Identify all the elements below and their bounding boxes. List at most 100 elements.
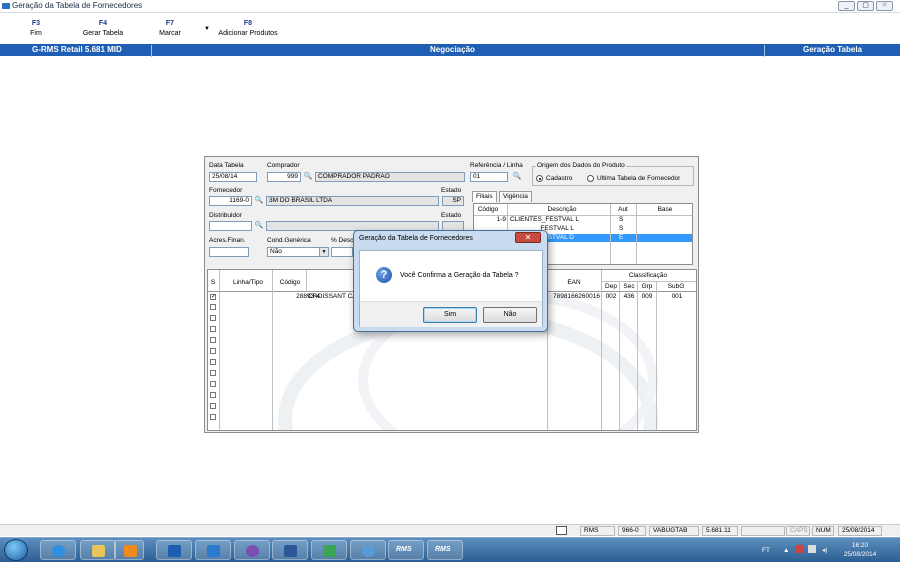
tray-expand-icon[interactable]: ▲	[783, 546, 789, 555]
dropdown-arrow-icon[interactable]: ▼	[204, 26, 210, 32]
binoculars-icon[interactable]: 🔍	[254, 197, 264, 205]
distribuidor-code-field[interactable]	[209, 221, 252, 231]
fornecedor-code-field[interactable]: 1169-0	[209, 196, 252, 206]
status-code: 966-0	[618, 526, 646, 536]
referencia-field[interactable]: 01	[470, 172, 508, 182]
cond-label: Cond.Genérica	[267, 237, 311, 244]
status-bar: RMS 966-0 VABUGTAB 5.681.11 CAPS NUM 25/…	[0, 524, 900, 536]
comprador-label: Comprador	[267, 162, 300, 169]
document-icon	[556, 526, 567, 535]
fim-button[interactable]: F3 Fim	[22, 20, 50, 37]
row-checkbox[interactable]	[210, 359, 216, 365]
no-button[interactable]: Não	[483, 307, 537, 323]
rms-logo-icon: RMS	[435, 546, 451, 553]
taskbar-media[interactable]	[114, 540, 144, 560]
row-checkbox[interactable]: ✓	[210, 294, 216, 300]
status-caps: CAPS	[786, 526, 810, 536]
col-base: Base	[657, 206, 673, 213]
col-aut: Aut	[618, 206, 628, 213]
row-checkbox[interactable]	[210, 414, 216, 420]
window-title: Geração da Tabela de Fornecedores	[12, 1, 143, 10]
fornecedor-label: Fornecedor	[209, 187, 243, 194]
col-classificacao: Classificação	[628, 272, 668, 279]
fornecedor-name-field: 3M DO BRASIL LTDA	[266, 196, 439, 206]
data-tabela-label: Data Tabela	[209, 162, 244, 169]
marcar-button[interactable]: F7 Marcar	[155, 20, 185, 37]
row-checkbox[interactable]	[210, 392, 216, 398]
key-label: F8	[243, 20, 253, 27]
taskbar-lync[interactable]	[195, 540, 231, 560]
col-dep: Dep	[605, 283, 617, 290]
row-checkbox[interactable]	[210, 326, 216, 332]
taskbar-ie[interactable]	[40, 540, 76, 560]
windows-taskbar: RMS RMS FT ▲ ◂) 16:20 25/08/2014	[0, 537, 900, 562]
desc-field[interactable]	[331, 247, 353, 257]
row-checkbox[interactable]	[210, 370, 216, 376]
row-checkbox[interactable]	[210, 381, 216, 387]
origem-cadastro-radio[interactable]	[536, 175, 543, 182]
chat-icon	[246, 545, 259, 557]
dialog-footer: Sim Não	[360, 301, 542, 327]
dialog-close-button[interactable]: ✕	[515, 232, 541, 243]
binoculars-icon[interactable]: 🔍	[512, 173, 522, 181]
row-checkbox[interactable]	[210, 337, 216, 343]
origem-ultima-label: Ultima Tabela de Fornecedor	[597, 175, 681, 182]
row-checkbox[interactable]	[210, 348, 216, 354]
binoculars-icon[interactable]: 🔍	[254, 222, 264, 230]
taskbar-word[interactable]	[272, 540, 308, 560]
origem-cadastro-label: Cadastro	[546, 175, 573, 182]
tab-vigencia[interactable]: Vigência	[499, 191, 532, 202]
tray-clock[interactable]: 16:20 25/08/2014	[840, 541, 880, 559]
desc-label: % Desc	[331, 237, 354, 244]
tools-icon	[323, 545, 336, 557]
taskbar-pidgin[interactable]	[234, 540, 270, 560]
close-button[interactable]: ✕	[876, 1, 893, 11]
flag-icon[interactable]	[795, 545, 803, 553]
comprador-code-field[interactable]: 999	[267, 172, 301, 182]
taskbar-rms[interactable]: RMS	[388, 540, 424, 560]
status-rms: RMS	[580, 526, 615, 536]
row-checkbox[interactable]	[210, 315, 216, 321]
taskbar-tools[interactable]	[311, 540, 347, 560]
taskbar-explorer[interactable]	[80, 540, 116, 560]
module-name: Negociação	[430, 45, 475, 54]
module-band: G-RMS Retail 5.681 MID Negociação Geraçã…	[0, 44, 900, 57]
data-tabela-field[interactable]: 25/08/14	[209, 172, 257, 182]
acres-field[interactable]	[209, 247, 249, 257]
origem-ultima-radio[interactable]	[587, 175, 594, 182]
cond-select[interactable]: Não ▼	[267, 247, 329, 257]
adicionar-produtos-button[interactable]: F8 Adicionar Produtos	[214, 20, 282, 37]
taskbar-rms-2[interactable]: RMS	[427, 540, 463, 560]
action-label: Gerar Tabela	[82, 30, 124, 37]
lync-icon	[207, 545, 220, 557]
volume-icon[interactable]: ◂)	[822, 546, 827, 555]
rms-logo-icon: RMS	[396, 546, 412, 553]
tab-filiais[interactable]: Filiais	[472, 191, 497, 202]
maximize-button[interactable]: ▢	[857, 1, 874, 11]
dialog-title: Geração da Tabela de Fornecedores	[359, 235, 473, 242]
chevron-down-icon[interactable]: ▼	[319, 248, 328, 256]
status-date: 25/08/2014	[838, 526, 882, 536]
yes-button[interactable]: Sim	[423, 307, 477, 323]
word-icon	[284, 545, 297, 557]
minimize-button[interactable]: _	[838, 1, 855, 11]
row-checkbox[interactable]	[210, 304, 216, 310]
binoculars-icon[interactable]: 🔍	[303, 173, 313, 181]
taskbar-remote[interactable]	[350, 540, 386, 560]
referencia-label: Referência / Linha	[470, 162, 523, 169]
origem-label: Origem dos Dados do Produto	[536, 162, 626, 169]
network-icon[interactable]	[808, 545, 816, 553]
start-orb-icon[interactable]	[4, 539, 28, 561]
function-toolbar: F3 Fim F4 Gerar Tabela F7 Marcar ▼ F8 Ad…	[0, 14, 900, 43]
taskbar-outlook[interactable]	[156, 540, 192, 560]
language-indicator[interactable]: FT	[762, 546, 770, 555]
col-s: S	[210, 279, 216, 286]
gerar-tabela-button[interactable]: F4 Gerar Tabela	[78, 20, 128, 37]
dialog-message: Você Confirma a Geração da Tabela ?	[400, 272, 519, 279]
key-label: F7	[165, 20, 175, 27]
row-checkbox[interactable]	[210, 403, 216, 409]
col-grp: Grp	[641, 283, 653, 290]
action-label: Fim	[30, 30, 42, 37]
status-program: VABUGTAB	[649, 526, 699, 536]
estado-label: Estado	[441, 187, 462, 194]
